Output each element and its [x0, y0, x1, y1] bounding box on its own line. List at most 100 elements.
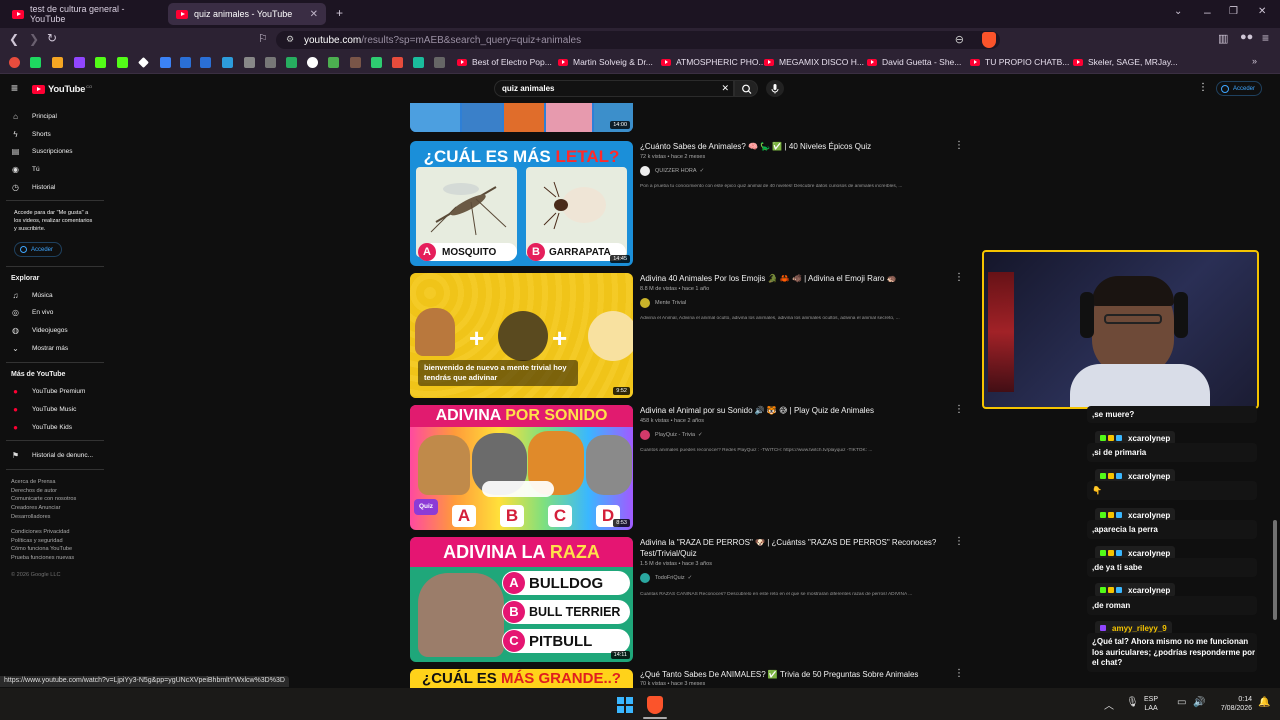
page-scrollbar[interactable] — [1273, 520, 1277, 620]
twitch-icon[interactable] — [74, 57, 85, 68]
github-icon[interactable] — [307, 57, 318, 68]
signin-button[interactable]: Acceder — [1216, 81, 1262, 96]
network-icon[interactable]: ▭ — [1177, 697, 1186, 708]
sidebar-item-principal[interactable]: ⌂ Principal — [0, 108, 108, 124]
bookmark-icon-7[interactable] — [138, 57, 149, 68]
brave-shield-icon[interactable] — [982, 32, 996, 48]
video-thumbnail-4[interactable]: ADIVINA POR SONIDO Quiz A B C D 8:53 — [410, 405, 633, 530]
bookmark-6[interactable]: TU PROPIO CHATB... — [970, 57, 1069, 67]
hamburger-menu-icon[interactable]: ≡ — [11, 81, 18, 95]
bookmark-1[interactable]: Best of Electro Pop... — [457, 57, 552, 67]
bookmark-icon-11[interactable] — [222, 57, 233, 68]
bookmark-icon-13[interactable] — [265, 57, 276, 68]
bookmark-icon-20[interactable] — [413, 57, 424, 68]
tab-search-chevron-icon[interactable]: ⌄ — [1174, 6, 1182, 17]
sidebar-item-music[interactable]: ● YouTube Music — [0, 401, 108, 417]
language-indicator[interactable]: ESP LAA — [1144, 695, 1158, 713]
bookmark-icon-3[interactable] — [52, 57, 63, 68]
volume-icon[interactable]: 🔊 — [1193, 697, 1205, 708]
close-window-icon[interactable]: ✕ — [1258, 6, 1266, 17]
video-title-5[interactable]: Adivina la "RAZA DE PERROS" 🐶 | ¿Cuántss… — [640, 537, 940, 559]
sidebar-item-report-history[interactable]: ⚑ Historial de denunc... — [0, 447, 108, 463]
search-button[interactable] — [734, 80, 758, 97]
video-title-4[interactable]: Adivina el Animal por su Sonido 🔊 🐯 😅 | … — [640, 405, 940, 416]
voice-search-button[interactable] — [766, 80, 784, 97]
tray-microphone-icon[interactable]: 🎙 — [1126, 697, 1139, 708]
channel-link[interactable]: PlayQuiz - Trivia ✓ — [640, 430, 703, 440]
bookmark-3[interactable]: ATMOSPHERIC PHO... — [661, 57, 766, 67]
reload-icon[interactable]: ↻ — [47, 31, 57, 45]
bookmark-icon-19[interactable] — [392, 57, 403, 68]
video-title-6[interactable]: ¿Qué Tanto Sabes De ANIMALES? ✅ Trivia d… — [640, 669, 940, 680]
tray-chevron-icon[interactable]: ︿ — [1104, 697, 1114, 712]
more-actions-icon[interactable]: ⋮ — [954, 536, 964, 547]
bookmark-icon-10[interactable] — [200, 57, 211, 68]
close-tab-icon[interactable]: ✕ — [310, 9, 318, 20]
bookmark-icon-9[interactable] — [180, 57, 191, 68]
sidebar-item-premium[interactable]: ● YouTube Premium — [0, 383, 108, 399]
sidebar-item-shorts[interactable]: ϟ Shorts — [0, 126, 108, 142]
bookmark-5[interactable]: David Guetta - She... — [867, 57, 961, 67]
back-icon[interactable]: ❮ — [9, 32, 19, 46]
more-actions-icon[interactable]: ⋮ — [954, 272, 964, 283]
brave-taskbar-icon[interactable] — [647, 696, 663, 714]
sidebar-item-en-vivo[interactable]: ◎ En vivo — [0, 304, 108, 320]
more-bookmarks-icon[interactable]: » — [1252, 56, 1257, 66]
bookmark-icon-1[interactable] — [9, 57, 20, 68]
vpn-icon[interactable]: ●● — [1240, 31, 1253, 43]
channel-link[interactable]: Mente Trivial — [640, 298, 686, 308]
sidebar-signin-button[interactable]: Acceder — [14, 242, 62, 257]
sidebar-item-historial[interactable]: ◷ Historial — [0, 179, 108, 195]
kick-icon-2[interactable] — [117, 57, 128, 68]
bookmark-4[interactable]: MEGAMIX DISCO H... — [764, 57, 864, 67]
bookmark-icon-2[interactable] — [30, 57, 41, 68]
youtube-logo[interactable]: YouTube CO — [32, 84, 92, 95]
bookmark-2[interactable]: Martin Solveig & Dr... — [558, 57, 653, 67]
video-thumbnail-2[interactable]: ¿CUÁL ES MÁS LETAL? A MOSQUITO B GARRAPA… — [410, 141, 633, 266]
new-tab-icon[interactable]: + — [336, 6, 343, 20]
footer-links-1[interactable]: Acerca de Prensa Derechos de autor Comun… — [11, 478, 76, 522]
video-thumbnail-5[interactable]: ADIVINA LA RAZA A BULLDOG B BULL TERRIER… — [410, 537, 633, 662]
video-thumbnail-3[interactable]: + + bienvenido de nuevo a mente trivial … — [410, 273, 633, 398]
site-info-icon[interactable]: ⚙ — [286, 34, 294, 45]
tab-quiz-animales[interactable]: quiz animales - YouTube ✕ — [168, 3, 326, 25]
clear-search-icon[interactable]: ✕ — [721, 81, 729, 96]
sidebar-item-videojuegos[interactable]: ◍ Videojuegos — [0, 322, 108, 338]
clock[interactable]: 0:14 7/08/2026 — [1210, 695, 1252, 713]
more-actions-icon[interactable]: ⋮ — [954, 404, 964, 415]
bookmark-icon-8[interactable] — [160, 57, 171, 68]
more-actions-icon[interactable]: ⋮ — [954, 668, 964, 679]
bookmark-icon-16[interactable] — [328, 57, 339, 68]
settings-dots-icon[interactable]: ⋮ — [1198, 82, 1208, 93]
notifications-icon[interactable]: 🔔 — [1258, 697, 1270, 708]
sidebar-item-suscripciones[interactable]: ▤ Suscripciones — [0, 143, 108, 159]
menu-icon[interactable]: ≡ — [1262, 31, 1269, 45]
search-input[interactable]: quiz animales ✕ — [494, 80, 734, 97]
minimize-icon[interactable]: – — [1204, 5, 1211, 19]
channel-link[interactable]: TodoFriQuiz ✓ — [640, 573, 692, 583]
kick-icon[interactable] — [95, 57, 106, 68]
address-bar[interactable]: ⚙ youtube.com/results?sp=mAEB&search_que… — [276, 31, 1000, 49]
sidebar-item-mostrar-mas[interactable]: ⌄ Mostrar más — [0, 340, 108, 356]
video-title-2[interactable]: ¿Cuánto Sabes de Animales? 🧠 🦕 ✅ | 40 Ni… — [640, 141, 940, 152]
video-title-3[interactable]: Adivina 40 Animales Por los Emojis 🐊 🦀 🐗… — [640, 273, 940, 284]
sidebar-toggle-icon[interactable]: ▥ — [1218, 32, 1228, 45]
bookmark-icon-21[interactable] — [434, 57, 445, 68]
bookmark-icon-14[interactable] — [286, 57, 297, 68]
bookmark-7[interactable]: Skeler, SAGE, MRJay... — [1073, 57, 1178, 67]
windows-start-icon[interactable] — [617, 697, 633, 713]
bookmark-icon[interactable]: ⚐ — [258, 32, 268, 45]
sidebar-item-kids[interactable]: ● YouTube Kids — [0, 419, 108, 435]
bookmark-icon-12[interactable] — [244, 57, 255, 68]
more-actions-icon[interactable]: ⋮ — [954, 140, 964, 151]
maximize-icon[interactable]: ❐ — [1229, 6, 1238, 17]
footer-links-2[interactable]: Condiciones Privacidad Políticas y segur… — [11, 528, 74, 563]
forward-icon[interactable]: ❯ — [29, 32, 39, 46]
video-thumbnail-1[interactable]: 14:00 — [410, 103, 633, 132]
sidebar-item-tu[interactable]: ◉ Tú — [0, 161, 108, 177]
channel-link[interactable]: QUIZZER HORA ✓ — [640, 166, 704, 176]
tab-test-cultura[interactable]: test de cultura general - YouTube — [4, 3, 162, 25]
bookmark-icon-18[interactable] — [371, 57, 382, 68]
sidebar-item-musica[interactable]: ♫ Música — [0, 287, 108, 303]
video-thumbnail-6[interactable]: ¿CUÁL ES MÁS GRANDE..? — [410, 669, 633, 688]
